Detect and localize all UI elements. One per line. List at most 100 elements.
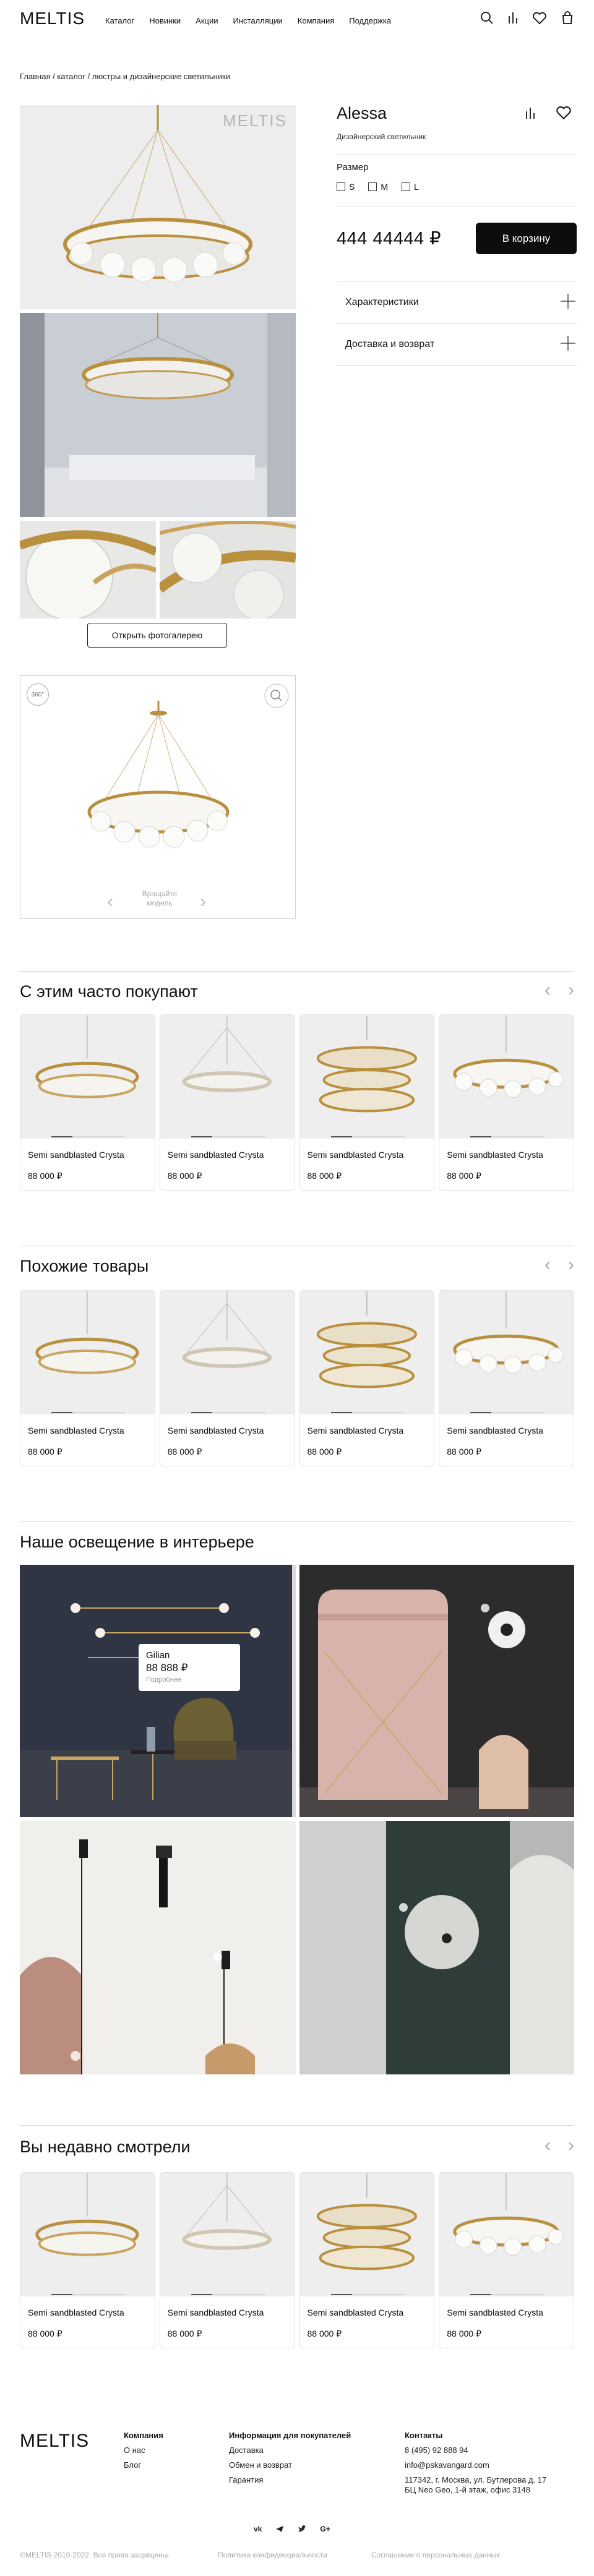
nav-catalog[interactable]: Каталог	[105, 16, 134, 25]
nav-sales[interactable]: Акции	[196, 16, 218, 25]
size-checkbox[interactable]	[337, 182, 345, 191]
product-card[interactable]: Semi sandblasted Crysta 88 000 ₽	[299, 2172, 435, 2348]
product-card[interactable]: Semi sandblasted Crysta 88 000 ₽	[439, 1290, 574, 1466]
size-option-l[interactable]: L	[402, 182, 419, 192]
product-card-image[interactable]	[20, 2173, 155, 2296]
compare-icon[interactable]	[525, 106, 536, 122]
product-card-name[interactable]: Semi sandblasted Crysta	[20, 1139, 155, 1160]
product-card-name[interactable]: Semi sandblasted Crysta	[300, 1139, 434, 1160]
product-card[interactable]: Semi sandblasted Crysta 88 000 ₽	[20, 1014, 155, 1191]
size-option-s[interactable]: S	[337, 182, 355, 192]
favorites-icon[interactable]	[532, 11, 547, 25]
product-card-name[interactable]: Semi sandblasted Crysta	[300, 2296, 434, 2317]
nav-new[interactable]: Новинки	[149, 16, 181, 25]
chevron-right-icon[interactable]: ›	[568, 1254, 574, 1275]
product-card[interactable]: Semi sandblasted Crysta 88 000 ₽	[20, 2172, 155, 2348]
privacy-link[interactable]: Политика конфиденциальности	[218, 2551, 327, 2559]
nav-installations[interactable]: Инсталляции	[233, 16, 283, 25]
footer-phone[interactable]: 8 (495) 92 888 94	[405, 2443, 546, 2458]
product-card-name[interactable]: Semi sandblasted Crysta	[20, 2296, 155, 2317]
chevron-left-icon[interactable]: ‹	[544, 980, 551, 1001]
favorite-icon[interactable]	[556, 105, 572, 122]
chevron-right-icon[interactable]: ›	[568, 2135, 574, 2156]
plus-icon[interactable]	[559, 335, 577, 355]
product-card-name[interactable]: Semi sandblasted Crysta	[160, 1414, 295, 1436]
footer-link-about[interactable]: О нас	[124, 2443, 163, 2458]
product-card-image[interactable]	[299, 1291, 434, 1414]
product-card-image[interactable]	[20, 1291, 155, 1414]
product-card[interactable]: Semi sandblasted Crysta 88 000 ₽	[299, 1290, 435, 1466]
vk-icon[interactable]: vk	[254, 2525, 262, 2535]
product-card-name[interactable]: Semi sandblasted Crysta	[20, 1414, 155, 1436]
size-checkbox[interactable]	[368, 182, 377, 191]
product-card-name[interactable]: Semi sandblasted Crysta	[160, 1139, 295, 1160]
interior-photo-1[interactable]	[20, 1565, 296, 1817]
product-card-image[interactable]	[160, 1015, 295, 1139]
nav-support[interactable]: Поддержка	[349, 16, 391, 25]
interior-photo-4[interactable]	[299, 1821, 574, 2074]
compare-icon[interactable]	[507, 11, 519, 25]
add-to-cart-button[interactable]: В корзину	[476, 223, 577, 254]
cart-icon[interactable]	[561, 11, 574, 25]
product-tooltip[interactable]: Gilian 88 888 ₽ Подробнее	[139, 1644, 240, 1691]
plus-icon[interactable]	[559, 293, 577, 313]
product-card-image[interactable]	[439, 2173, 574, 2296]
product-card[interactable]: Semi sandblasted Crysta 88 000 ₽	[439, 2172, 574, 2348]
rotate-left-icon[interactable]: ‹	[107, 891, 113, 912]
product-card[interactable]: Semi sandblasted Crysta 88 000 ₽	[159, 2172, 295, 2348]
product-card-name[interactable]: Semi sandblasted Crysta	[439, 1414, 574, 1436]
footer-link-blog[interactable]: Блог	[124, 2458, 163, 2473]
header-icons	[480, 11, 574, 25]
chevron-right-icon[interactable]: ›	[568, 980, 574, 1001]
zoom-icon[interactable]	[264, 683, 289, 710]
product-card[interactable]: Semi sandblasted Crysta 88 000 ₽	[439, 1014, 574, 1191]
footer-link-delivery[interactable]: Доставка	[229, 2443, 351, 2458]
product-card-image[interactable]	[299, 1015, 434, 1139]
product-card[interactable]: Semi sandblasted Crysta 88 000 ₽	[159, 1290, 295, 1466]
product-card-name[interactable]: Semi sandblasted Crysta	[439, 1139, 574, 1160]
image-slider-indicator	[470, 1412, 545, 1413]
product-card[interactable]: Semi sandblasted Crysta 88 000 ₽	[159, 1014, 295, 1191]
product-card-name[interactable]: Semi sandblasted Crysta	[300, 1414, 434, 1436]
accordion-delivery[interactable]: Доставка и возврат	[337, 324, 577, 365]
accordion-characteristics[interactable]: Характеристики	[337, 282, 577, 323]
footer-logo[interactable]: MELTIS	[20, 2431, 89, 2452]
size-checkbox[interactable]	[402, 182, 411, 191]
rotate-right-icon[interactable]: ›	[200, 891, 206, 912]
product-card[interactable]: Semi sandblasted Crysta 88 000 ₽	[20, 1290, 155, 1466]
product-photo-detail-2[interactable]	[160, 521, 296, 618]
product-card-image[interactable]	[160, 2173, 295, 2296]
tooltip-more[interactable]: Подробнее	[146, 1676, 233, 1684]
search-icon[interactable]	[480, 11, 494, 25]
footer-link-warranty[interactable]: Гарантия	[229, 2473, 351, 2488]
interior-photo-2[interactable]	[299, 1565, 574, 1817]
footer-link-returns[interactable]: Обмен и возврат	[229, 2458, 351, 2473]
breadcrumb[interactable]: Главная / каталог / люстры и дизайнерски…	[20, 72, 230, 81]
viewer-360[interactable]: 360° ‹ Вращайте модель ›	[20, 675, 296, 919]
chevron-left-icon[interactable]: ‹	[544, 1254, 551, 1275]
nav-company[interactable]: Компания	[298, 16, 335, 25]
product-card-name[interactable]: Semi sandblasted Crysta	[439, 2296, 574, 2317]
product-card-image[interactable]	[160, 1291, 295, 1414]
product-card-image[interactable]	[439, 1015, 574, 1139]
footer-email[interactable]: info@pskavangard.com	[405, 2458, 546, 2473]
rotate-hint-line-1: Вращайте	[142, 889, 178, 898]
interior-photo-3[interactable]	[20, 1821, 296, 2074]
google-icon[interactable]: G+	[320, 2525, 330, 2535]
open-gallery-button[interactable]: Открыть фотогалерею	[87, 623, 227, 648]
product-card[interactable]: Semi sandblasted Crysta 88 000 ₽	[299, 1014, 435, 1191]
consent-link[interactable]: Соглашение о персональных данных	[371, 2551, 500, 2559]
product-photo-room[interactable]	[20, 313, 296, 517]
product-card-image[interactable]	[20, 1015, 155, 1139]
product-card-image[interactable]	[299, 2173, 434, 2296]
product-card-image[interactable]	[439, 1291, 574, 1414]
product-photo-detail-1[interactable]	[20, 521, 156, 618]
section-title-similar: Похожие товары	[20, 1257, 149, 1275]
twitter-icon[interactable]	[298, 2525, 307, 2535]
logo[interactable]: MELTIS	[20, 9, 85, 28]
chevron-left-icon[interactable]: ‹	[544, 2135, 551, 2156]
size-option-m[interactable]: M	[368, 182, 388, 192]
product-card-name[interactable]: Semi sandblasted Crysta	[160, 2296, 295, 2317]
product-photo-main[interactable]: MELTIS	[20, 105, 296, 309]
telegram-icon[interactable]	[275, 2525, 284, 2535]
